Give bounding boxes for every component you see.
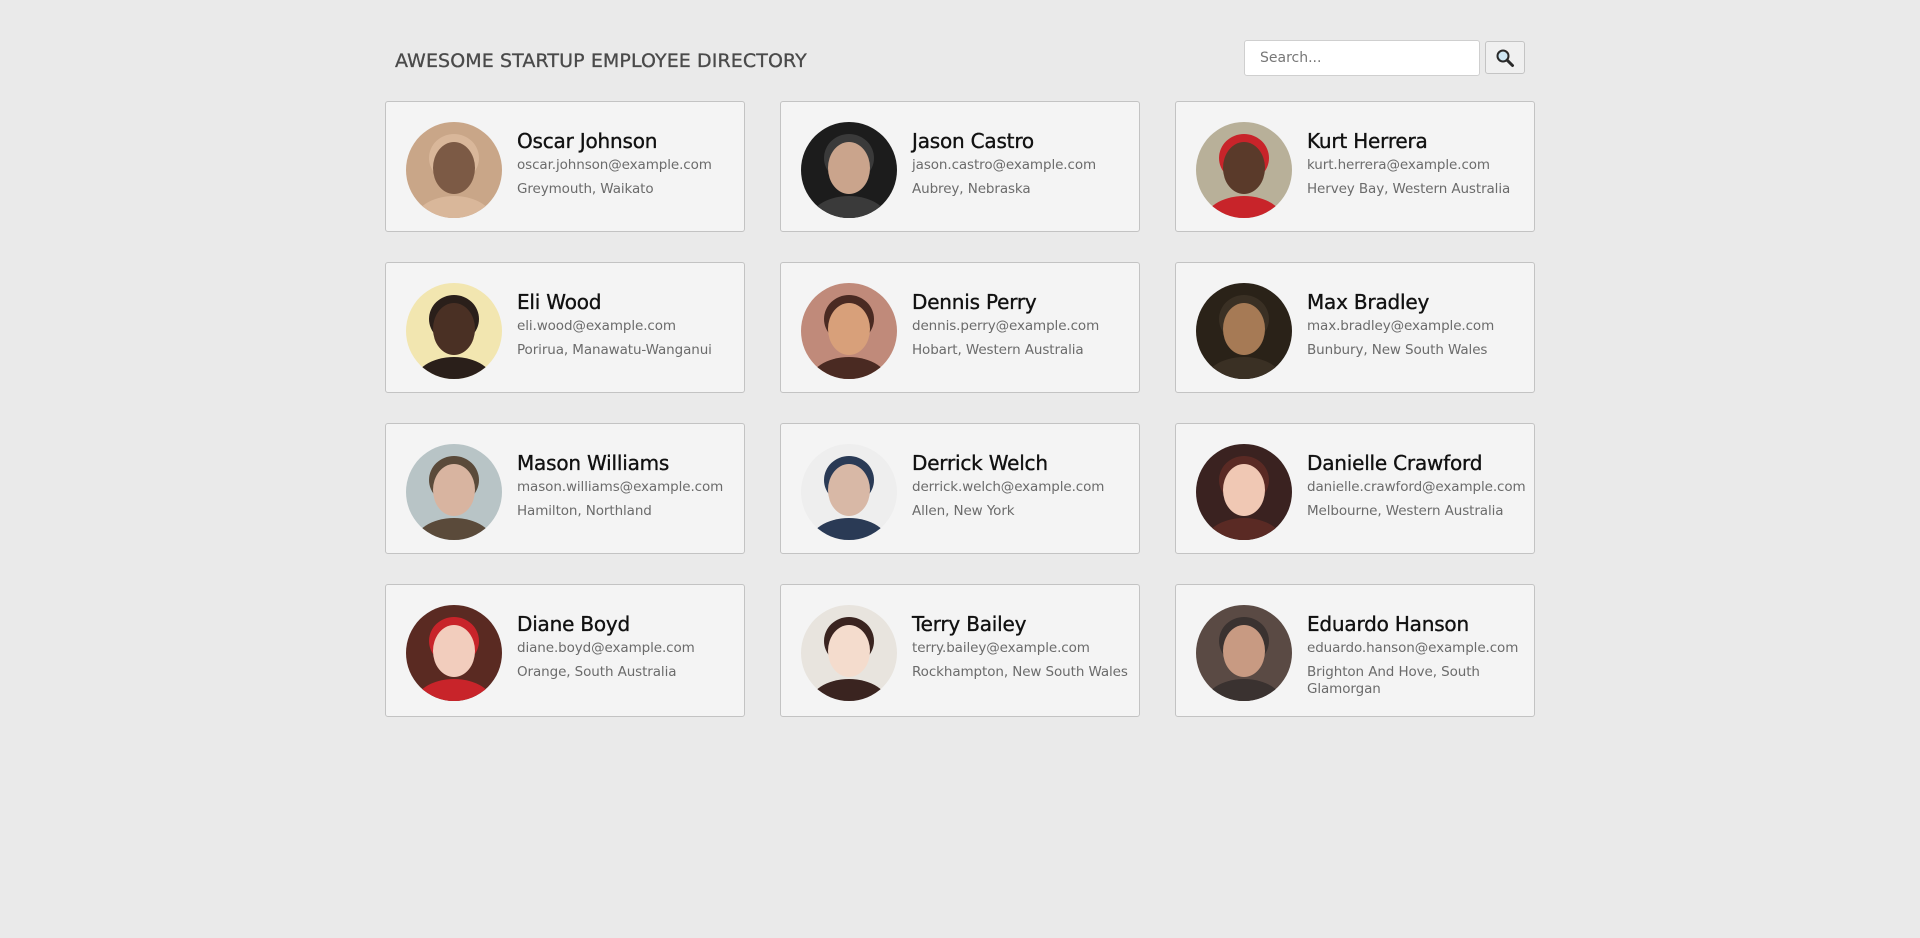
card-info: Terry Bailey terry.bailey@example.com Ro…: [912, 611, 1133, 681]
employee-card[interactable]: Eduardo Hanson eduardo.hanson@example.co…: [1175, 584, 1535, 717]
employee-card[interactable]: Mason Williams mason.williams@example.co…: [385, 423, 745, 554]
employee-email: max.bradley@example.com: [1307, 318, 1495, 334]
employee-card[interactable]: Jason Castro jason.castro@example.com Au…: [780, 101, 1140, 232]
employee-name: Dennis Perry: [912, 290, 1037, 314]
employee-location: Hervey Bay, Western Australia: [1307, 181, 1511, 197]
employee-name: Danielle Crawford: [1307, 451, 1483, 475]
portrait-image: [1196, 122, 1292, 218]
employee-card[interactable]: Terry Bailey terry.bailey@example.com Ro…: [780, 584, 1140, 717]
card-info: Max Bradley max.bradley@example.com Bunb…: [1307, 289, 1528, 359]
portrait-image: [1196, 283, 1292, 379]
avatar: [406, 605, 502, 701]
card-info: Derrick Welch derrick.welch@example.com …: [912, 450, 1133, 520]
employee-card[interactable]: Danielle Crawford danielle.crawford@exam…: [1175, 423, 1535, 554]
employee-name: Mason Williams: [517, 451, 670, 475]
avatar: [1196, 283, 1292, 379]
employee-email: kurt.herrera@example.com: [1307, 157, 1490, 173]
employee-name: Max Bradley: [1307, 290, 1430, 314]
portrait-image: [406, 444, 502, 540]
employee-card[interactable]: Eli Wood eli.wood@example.com Porirua, M…: [385, 262, 745, 393]
employee-email: dennis.perry@example.com: [912, 318, 1100, 334]
employee-card[interactable]: Derrick Welch derrick.welch@example.com …: [780, 423, 1140, 554]
card-info: Mason Williams mason.williams@example.co…: [517, 450, 738, 520]
employee-location: Brighton And Hove, South Glamorgan: [1307, 664, 1480, 697]
employee-location: Porirua, Manawatu-Wanganui: [517, 342, 712, 358]
employee-email: jason.castro@example.com: [912, 157, 1097, 173]
employee-location: Greymouth, Waikato: [517, 181, 654, 197]
employee-card[interactable]: Max Bradley max.bradley@example.com Bunb…: [1175, 262, 1535, 393]
card-info: Oscar Johnson oscar.johnson@example.com …: [517, 128, 738, 198]
employee-email: terry.bailey@example.com: [912, 640, 1090, 656]
employee-name: Oscar Johnson: [517, 129, 658, 153]
avatar: [801, 444, 897, 540]
portrait-image: [406, 122, 502, 218]
card-info: Jason Castro jason.castro@example.com Au…: [912, 128, 1133, 198]
portrait-image: [1196, 605, 1292, 701]
portrait-image: [801, 122, 897, 218]
employee-name: Kurt Herrera: [1307, 129, 1428, 153]
employee-email: derrick.welch@example.com: [912, 479, 1105, 495]
avatar: [406, 283, 502, 379]
employee-email: danielle.crawford@example.com: [1307, 479, 1526, 495]
card-info: Dennis Perry dennis.perry@example.com Ho…: [912, 289, 1133, 359]
portrait-image: [406, 605, 502, 701]
employee-location: Allen, New York: [912, 503, 1015, 519]
employee-name: Diane Boyd: [517, 612, 631, 636]
employee-location: Aubrey, Nebraska: [912, 181, 1031, 197]
employee-name: Derrick Welch: [912, 451, 1048, 475]
employee-email: eduardo.hanson@example.com: [1307, 640, 1519, 656]
portrait-image: [801, 605, 897, 701]
magnifier-icon: [1496, 49, 1514, 67]
employee-card[interactable]: Kurt Herrera kurt.herrera@example.com He…: [1175, 101, 1535, 232]
avatar: [801, 122, 897, 218]
employee-name: Jason Castro: [912, 129, 1035, 153]
page-title: AWESOME STARTUP EMPLOYEE DIRECTORY: [395, 50, 807, 72]
avatar: [1196, 444, 1292, 540]
employee-card[interactable]: Oscar Johnson oscar.johnson@example.com …: [385, 101, 745, 232]
avatar: [801, 605, 897, 701]
portrait-image: [801, 444, 897, 540]
card-info: Danielle Crawford danielle.crawford@exam…: [1307, 450, 1528, 520]
employee-name: Eli Wood: [517, 290, 602, 314]
card-info: Diane Boyd diane.boyd@example.com Orange…: [517, 611, 738, 681]
card-info: Eli Wood eli.wood@example.com Porirua, M…: [517, 289, 738, 359]
employee-location: Hamilton, Northland: [517, 503, 652, 519]
employee-email: diane.boyd@example.com: [517, 640, 695, 656]
employee-card[interactable]: Diane Boyd diane.boyd@example.com Orange…: [385, 584, 745, 717]
employee-name: Eduardo Hanson: [1307, 612, 1469, 636]
search-button[interactable]: [1485, 41, 1525, 74]
portrait-image: [1196, 444, 1292, 540]
employee-name: Terry Bailey: [912, 612, 1027, 636]
employee-email: oscar.johnson@example.com: [517, 157, 712, 173]
avatar: [406, 122, 502, 218]
portrait-image: [801, 283, 897, 379]
search-input[interactable]: [1244, 40, 1480, 76]
avatar: [1196, 122, 1292, 218]
employee-location: Orange, South Australia: [517, 664, 677, 680]
employee-email: mason.williams@example.com: [517, 479, 724, 495]
employee-card[interactable]: Dennis Perry dennis.perry@example.com Ho…: [780, 262, 1140, 393]
card-info: Eduardo Hanson eduardo.hanson@example.co…: [1307, 611, 1528, 698]
page-header: AWESOME STARTUP EMPLOYEE DIRECTORY: [395, 38, 1525, 82]
employee-location: Rockhampton, New South Wales: [912, 664, 1128, 680]
card-info: Kurt Herrera kurt.herrera@example.com He…: [1307, 128, 1528, 198]
employee-location: Bunbury, New South Wales: [1307, 342, 1488, 358]
avatar: [1196, 605, 1292, 701]
portrait-image: [406, 283, 502, 379]
avatar: [801, 283, 897, 379]
employee-email: eli.wood@example.com: [517, 318, 676, 334]
employee-location: Hobart, Western Australia: [912, 342, 1084, 358]
avatar: [406, 444, 502, 540]
employee-location: Melbourne, Western Australia: [1307, 503, 1504, 519]
